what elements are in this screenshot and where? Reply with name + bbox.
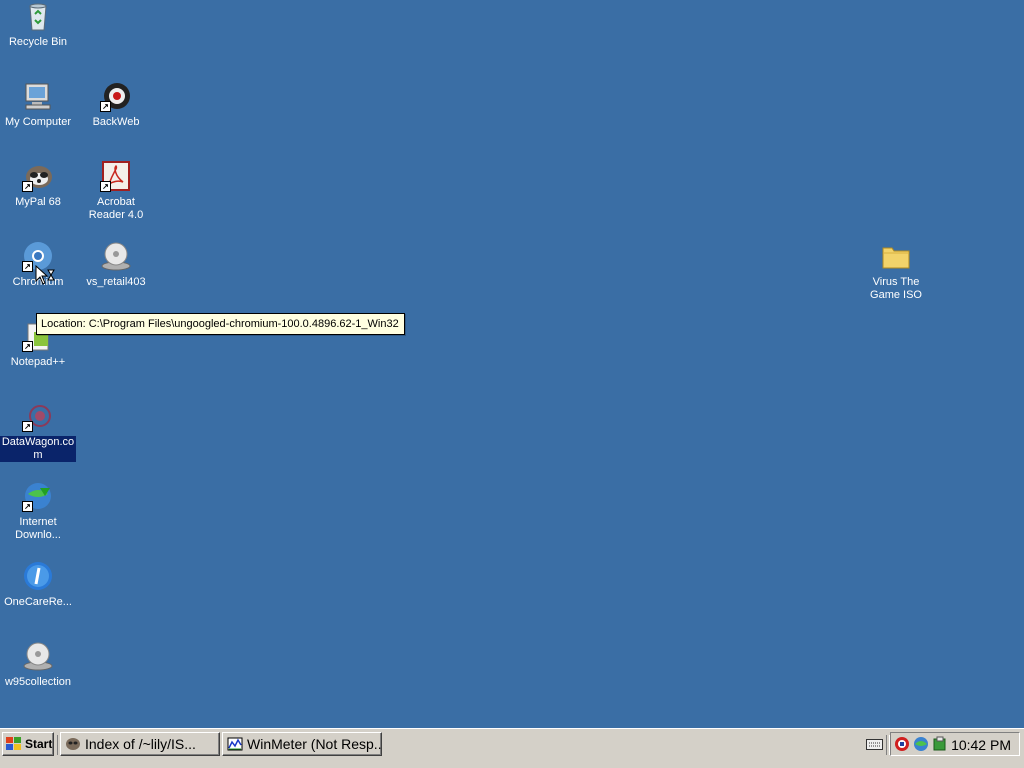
desktop-icon-virus-the-game[interactable]: Virus The Game ISO (858, 240, 934, 302)
taskbar-button-index-of-lily[interactable]: Index of /~lily/IS... (60, 732, 220, 756)
shortcut-arrow-icon: ↗ (100, 181, 111, 192)
winmeter-icon (227, 737, 243, 751)
desktop-icon-my-computer[interactable]: My Computer (0, 80, 76, 129)
network-status-icon[interactable] (894, 736, 910, 752)
recycle-bin-icon (22, 0, 54, 32)
cd-drive-icon (22, 640, 54, 672)
desktop-icon-vs-retail403[interactable]: vs_retail403 (78, 240, 154, 289)
acrobat-icon: ↗ (100, 160, 132, 192)
computer-icon (22, 80, 54, 112)
desktop-icon-onecare[interactable]: OneCareRe... (0, 560, 76, 609)
desktop-icon-label: OneCareRe... (4, 596, 72, 608)
internet-download-icon: ↗ (22, 480, 54, 512)
clock[interactable]: 10:42 PM (951, 737, 1011, 753)
taskbar: Start Index of /~lily/IS... WinMeter (No… (0, 728, 1024, 768)
cd-drive-icon (100, 240, 132, 272)
desktop-icon-label: Virus The Game ISO (870, 276, 922, 301)
onecare-icon (22, 560, 54, 592)
shortcut-arrow-icon: ↗ (22, 341, 33, 352)
desktop-icon-label: BackWeb (92, 116, 140, 128)
shortcut-arrow-icon: ↗ (22, 261, 33, 272)
mouse-pointer-icon (35, 264, 55, 287)
desktop-icon-recycle-bin[interactable]: Recycle Bin (0, 0, 76, 49)
desktop-icon-acrobat-reader[interactable]: ↗ Acrobat Reader 4.0 (78, 160, 154, 222)
backweb-icon: ↗ (100, 80, 132, 112)
taskbar-button-label: Index of /~lily/IS... (85, 736, 196, 752)
desktop-icon-label: Acrobat Reader 4.0 (88, 196, 144, 221)
start-button[interactable]: Start (2, 732, 54, 756)
shortcut-arrow-icon: ↗ (22, 501, 33, 512)
taskbar-button-winmeter[interactable]: WinMeter (Not Resp... (222, 732, 382, 756)
desktop-icon-label: DataWagon.com (0, 436, 76, 462)
desktop-icon-backweb[interactable]: ↗ BackWeb (78, 80, 154, 129)
shortcut-arrow-icon: ↗ (22, 421, 33, 432)
desktop[interactable]: Recycle Bin My Computer ↗ BackWeb ↗ MyPa… (0, 0, 1024, 728)
desktop-icon-label: MyPal 68 (15, 196, 61, 208)
desktop-icon-label: vs_retail403 (86, 276, 146, 288)
shortcut-arrow-icon: ↗ (22, 181, 33, 192)
folder-icon (880, 240, 912, 272)
windows-logo-icon (6, 737, 21, 750)
desktop-icon-label: Notepad++ (10, 356, 66, 368)
keyboard-icon[interactable] (866, 738, 883, 750)
desktop-icon-label: Internet Downlo... (15, 516, 61, 541)
desktop-icon-mypal-68[interactable]: ↗ MyPal 68 (0, 160, 76, 209)
desktop-icon-label: w95collection (4, 676, 72, 688)
tooltip: Location: C:\Program Files\ungoogled-chr… (36, 313, 405, 335)
tray-globe-icon[interactable] (913, 736, 929, 752)
datawagon-icon: ↗ (22, 400, 54, 432)
desktop-icon-internet-download[interactable]: ↗ Internet Downlo... (0, 480, 76, 542)
desktop-icon-label: Recycle Bin (8, 36, 68, 48)
start-label: Start (25, 737, 53, 751)
desktop-icon-label: My Computer (4, 116, 72, 128)
desktop-icon-datawagon[interactable]: ↗ DataWagon.com (0, 400, 76, 462)
mypal-raccoon-icon (66, 738, 80, 750)
shortcut-arrow-icon: ↗ (100, 101, 111, 112)
tray-green-app-icon[interactable] (932, 736, 948, 752)
desktop-icon-w95collection[interactable]: w95collection (0, 640, 76, 689)
taskbar-button-label: WinMeter (Not Resp... (247, 736, 382, 752)
system-tray: 10:42 PM (890, 732, 1020, 756)
mypal-raccoon-icon: ↗ (22, 160, 54, 192)
